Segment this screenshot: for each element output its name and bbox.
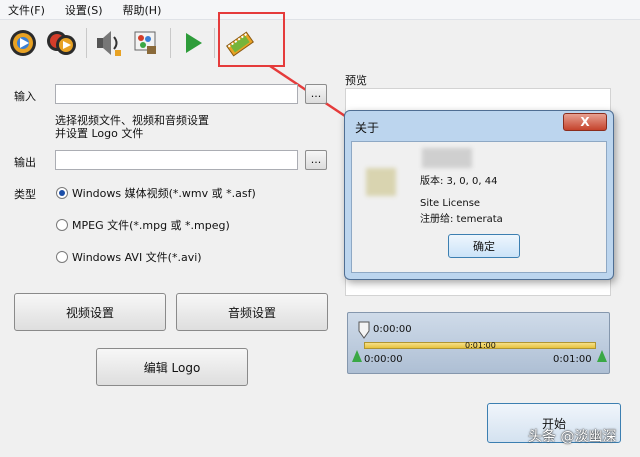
ok-button[interactable]: 确定 — [448, 234, 520, 258]
right-handle-icon[interactable] — [596, 349, 608, 363]
close-icon[interactable]: X — [563, 113, 607, 131]
input-field[interactable] — [55, 84, 298, 104]
radio-avi[interactable]: Windows AVI 文件(*.avi) — [56, 249, 202, 265]
timeline[interactable]: 0:00:00 0:01:00 0:00:00 0:01:00 — [347, 312, 610, 374]
radio-mpeg-button[interactable] — [56, 219, 68, 231]
radio-wmv[interactable]: Windows 媒体视频(*.wmv 或 *.asf) — [56, 185, 256, 201]
radio-wmv-button[interactable] — [56, 187, 68, 199]
timeline-end-time: 0:01:00 — [553, 354, 592, 365]
radio-mpeg-label: MPEG 文件(*.mpg 或 *.mpeg) — [72, 219, 230, 232]
hint-line-2: 并设置 Logo 文件 — [55, 127, 144, 140]
video-settings-button[interactable]: 视频设置 — [14, 293, 166, 331]
about-dialog-title: 关于 — [355, 121, 380, 135]
radio-mpeg[interactable]: MPEG 文件(*.mpg 或 *.mpeg) — [56, 217, 230, 233]
radio-avi-label: Windows AVI 文件(*.avi) — [72, 251, 202, 264]
start-marker-icon[interactable] — [358, 321, 370, 339]
output-browse-button[interactable]: ... — [305, 150, 327, 170]
about-dialog-body: 版本: 3, 0, 0, 44 Site License 注册给: temera… — [351, 141, 607, 273]
marker-time: 0:00:00 — [373, 324, 412, 335]
track-mid-time: 0:01:00 — [465, 341, 496, 350]
output-label: 输出 — [14, 156, 36, 169]
about-license: Site License — [420, 198, 481, 209]
preview-label: 预览 — [345, 74, 367, 87]
radio-wmv-label: Windows 媒体视频(*.wmv 或 *.asf) — [72, 187, 256, 200]
product-name-blurred — [422, 148, 472, 168]
output-field[interactable] — [55, 150, 298, 170]
left-handle-icon[interactable] — [351, 349, 363, 363]
timeline-start-time: 0:00:00 — [364, 354, 403, 365]
audio-settings-button[interactable]: 音频设置 — [176, 293, 328, 331]
about-registered: 注册给: temerata — [420, 214, 503, 225]
about-dialog: 关于 X 版本: 3, 0, 0, 44 Site License 注册给: t… — [344, 110, 614, 280]
input-label: 输入 — [14, 90, 36, 103]
input-browse-button[interactable]: ... — [305, 84, 327, 104]
app-logo-icon — [366, 168, 396, 196]
radio-avi-button[interactable] — [56, 251, 68, 263]
watermark: 头条 @淡幽深 — [528, 429, 617, 445]
type-label: 类型 — [14, 188, 36, 201]
edit-logo-button[interactable]: 编辑 Logo — [96, 348, 248, 386]
about-version: 版本: 3, 0, 0, 44 — [420, 176, 498, 187]
